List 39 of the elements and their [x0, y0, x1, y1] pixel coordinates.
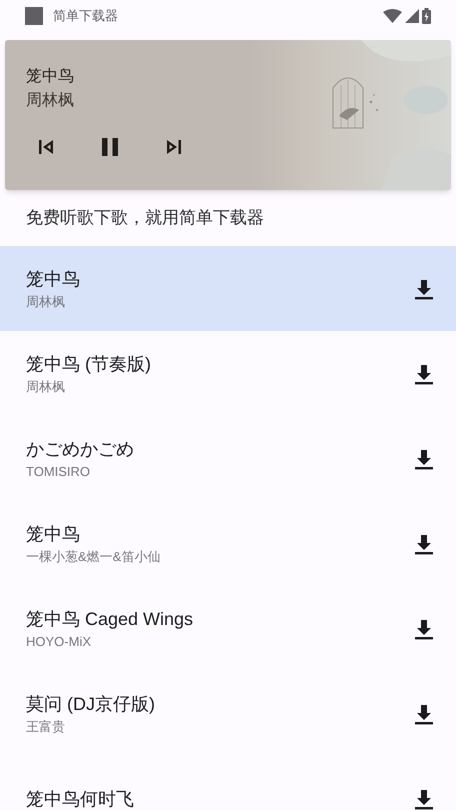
song-title: 莫问 (DJ京仔版): [26, 692, 156, 716]
download-icon: [414, 278, 434, 300]
song-title: 笼中鸟何时飞: [26, 788, 135, 810]
download-icon: [414, 702, 434, 724]
download-icon: [414, 788, 434, 810]
signal-icon: [405, 9, 419, 23]
app-name: 简单下载器: [53, 7, 118, 26]
download-icon: [414, 448, 434, 470]
song-artist: TOMISIRO: [26, 462, 92, 480]
song-artist: HOYO-MiX: [26, 632, 92, 650]
song-title: 笼中鸟: [26, 268, 81, 290]
song-artist: 王富贵: [26, 718, 66, 736]
song-artist: 周林枫: [26, 378, 66, 396]
song-title: 笼中鸟 (节奏版): [26, 352, 152, 376]
download-button[interactable]: [414, 362, 434, 384]
song-title: 笼中鸟: [26, 522, 81, 546]
download-button[interactable]: [414, 788, 434, 810]
track-artist: 周林枫: [26, 90, 75, 111]
download-button[interactable]: [414, 448, 434, 470]
skip-previous-icon: [38, 139, 54, 155]
song-artist: 一棵小葱&燃一&笛小仙: [26, 548, 162, 566]
pause-icon: [101, 138, 119, 156]
download-icon: [414, 362, 434, 384]
song-artist: 周林枫: [26, 292, 66, 310]
download-button[interactable]: [414, 278, 434, 300]
download-icon: [414, 618, 434, 640]
download-icon: [414, 532, 434, 554]
song-title: 笼中鸟 Caged Wings: [26, 608, 194, 631]
download-button[interactable]: [414, 618, 434, 640]
tagline: 免费听歌下歌，就用简单下载器: [26, 207, 264, 230]
wifi-icon: [383, 9, 402, 23]
song-row[interactable]: 笼中鸟 周林枫: [0, 246, 456, 331]
download-button[interactable]: [414, 702, 434, 724]
app-icon: [25, 7, 43, 25]
song-title: かごめかごめ: [26, 438, 135, 460]
download-button[interactable]: [414, 532, 434, 554]
track-title: 笼中鸟: [26, 66, 75, 87]
battery-icon: [422, 8, 431, 24]
skip-next-icon: [166, 139, 182, 155]
